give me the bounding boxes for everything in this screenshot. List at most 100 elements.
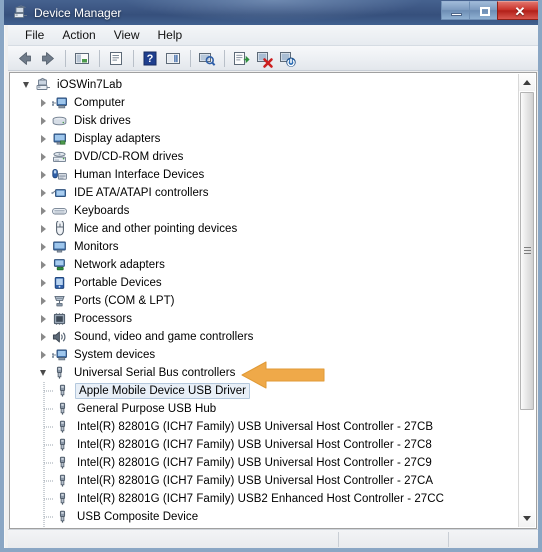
expand-triangle-icon[interactable] (37, 238, 51, 256)
minimize-button[interactable] (441, 1, 470, 20)
tree-item[interactable]: Intel(R) 82801G (ICH7 Family) USB Univer… (10, 418, 520, 436)
tree-item[interactable]: Human Interface Devices (10, 166, 520, 184)
menu-item-view[interactable]: View (105, 26, 149, 44)
device-manager-window: Device Manager ✕ File Action View Help ?… (0, 0, 542, 552)
tree-item[interactable]: Sound, video and game controllers (10, 328, 520, 346)
tree-indent (10, 418, 54, 436)
maximize-button[interactable] (469, 1, 498, 20)
tree-item[interactable]: Ports (COM & LPT) (10, 292, 520, 310)
expand-triangle-icon[interactable] (37, 346, 51, 364)
computer-icon (51, 95, 68, 111)
tree-item[interactable]: Computer (10, 94, 520, 112)
tree-item-label: Ports (COM & LPT) (74, 295, 175, 307)
vertical-scrollbar[interactable] (518, 74, 535, 527)
tree-item[interactable]: iOSWin7Lab (10, 76, 520, 94)
usb-plug-icon (54, 509, 71, 525)
scan-hardware-changes-button[interactable] (196, 48, 218, 69)
tree-item[interactable]: Portable Devices (10, 274, 520, 292)
update-driver-button[interactable] (162, 48, 184, 69)
expand-triangle-icon[interactable] (37, 94, 51, 112)
expand-triangle-icon[interactable] (37, 166, 51, 184)
tree-item[interactable]: Keyboards (10, 202, 520, 220)
expand-triangle-icon[interactable] (37, 112, 51, 130)
tree-item[interactable]: IDE ATA/ATAPI controllers (10, 184, 520, 202)
tree-item[interactable]: Intel(R) 82801G (ICH7 Family) USB Univer… (10, 436, 520, 454)
tree-item[interactable]: Intel(R) 82801G (ICH7 Family) USB2 Enhan… (10, 490, 520, 508)
tree-item-label: DVD/CD-ROM drives (74, 151, 184, 163)
dvd-drive-icon (51, 149, 68, 165)
tree-item[interactable]: Network adapters (10, 256, 520, 274)
expand-triangle-icon[interactable] (37, 256, 51, 274)
back-button[interactable] (14, 48, 36, 69)
scrollbar-thumb[interactable] (520, 92, 534, 410)
tree-item[interactable]: USB Composite Device (10, 508, 520, 526)
tree-item-selected[interactable]: Apple Mobile Device USB Driver (10, 382, 520, 400)
expand-triangle-icon[interactable] (37, 274, 51, 292)
status-divider (448, 532, 449, 547)
tree-item[interactable]: Mice and other pointing devices (10, 219, 520, 238)
close-button[interactable]: ✕ (497, 1, 538, 20)
computer-root-icon (34, 77, 51, 93)
tree-item[interactable]: Intel(R) 82801G (ICH7 Family) USB Univer… (10, 454, 520, 472)
tree-item-label: iOSWin7Lab (57, 79, 123, 91)
menu-item-file[interactable]: File (16, 26, 53, 44)
tree-indent (10, 400, 54, 418)
tree-item[interactable]: System devices (10, 346, 520, 364)
collapse-triangle-icon[interactable] (20, 76, 34, 94)
title-bar[interactable]: Device Manager ✕ (4, 0, 538, 25)
tree-item-label: Universal Serial Bus controllers (74, 367, 236, 379)
collapse-triangle-icon[interactable] (37, 364, 51, 382)
expand-triangle-icon[interactable] (37, 328, 51, 346)
tree-item[interactable]: Monitors (10, 238, 520, 256)
disable-device-button[interactable] (276, 48, 298, 69)
usb-plug-icon (54, 401, 71, 417)
menu-item-action[interactable]: Action (53, 26, 104, 44)
scroll-down-button[interactable] (519, 510, 535, 527)
expand-triangle-icon[interactable] (37, 202, 51, 220)
tree-item-label: General Purpose USB Hub (77, 403, 217, 415)
svg-text:?: ? (147, 53, 154, 65)
tree-item-label: Mice and other pointing devices (74, 223, 238, 235)
toolbar-separator (190, 49, 191, 67)
properties-button[interactable] (105, 48, 127, 69)
show-hide-console-tree-button[interactable] (71, 48, 93, 69)
tree-item[interactable]: Intel(R) 82801G (ICH7 Family) USB Univer… (10, 472, 520, 490)
uninstall-device-button[interactable] (253, 48, 275, 69)
tree-indent (10, 382, 54, 400)
tree-item[interactable]: General Purpose USB Hub (10, 400, 520, 418)
expand-triangle-icon[interactable] (37, 184, 51, 202)
menu-item-help[interactable]: Help (149, 26, 192, 44)
usb-plug-icon (54, 383, 71, 399)
tree-item[interactable]: Processors (10, 310, 520, 328)
expand-triangle-icon[interactable] (37, 148, 51, 166)
tree-indent (10, 436, 54, 454)
usb-plug-icon (54, 419, 71, 435)
tree-item-label: Keyboards (74, 205, 130, 217)
tree-item-label: Human Interface Devices (74, 169, 205, 181)
toolbar-separator (133, 49, 134, 67)
help-button[interactable]: ? (139, 48, 161, 69)
tree-item-label: Portable Devices (74, 277, 162, 289)
tree-item-label: Computer (74, 97, 125, 109)
ide-controller-icon (51, 185, 68, 201)
device-tree-pane[interactable]: iOSWin7Lab Computer Disk drives Display ada… (9, 72, 537, 529)
expand-triangle-icon[interactable] (37, 292, 51, 310)
install-legacy-hardware-button[interactable] (230, 48, 252, 69)
title-bar-left: Device Manager (12, 0, 121, 25)
forward-button[interactable] (37, 48, 59, 69)
status-bar (8, 529, 538, 548)
expand-triangle-icon[interactable] (37, 310, 51, 328)
tree-item[interactable]: Universal Serial Bus controllers (10, 364, 520, 382)
expand-triangle-icon[interactable] (37, 130, 51, 148)
scroll-up-button[interactable] (519, 74, 535, 91)
tree-item[interactable]: Display adapters (10, 130, 520, 148)
tree-item[interactable]: DVD/CD-ROM drives (10, 148, 520, 166)
titlebar-glow (124, 0, 424, 22)
tree-item[interactable]: Disk drives (10, 112, 520, 130)
expand-triangle-icon[interactable] (37, 220, 51, 238)
